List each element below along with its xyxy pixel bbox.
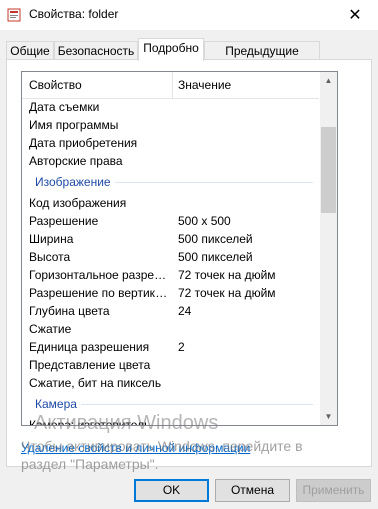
tab-details[interactable]: Подробно bbox=[138, 38, 204, 61]
list-header: Свойство Значение bbox=[22, 72, 319, 99]
chevron-up-icon: ▲ bbox=[324, 76, 333, 85]
group-header-image: Изображение bbox=[22, 170, 319, 194]
tab-strip: Общие Безопасность Подробно Предыдущие в… bbox=[0, 38, 378, 76]
property-value: 500 x 500 bbox=[178, 214, 231, 228]
property-name: Высота bbox=[29, 250, 71, 264]
list-item[interactable]: Дата приобретения bbox=[22, 134, 319, 152]
group-label: Камера bbox=[35, 392, 81, 416]
property-name: Код изображения bbox=[29, 196, 127, 210]
group-header-camera: Камера bbox=[22, 392, 319, 416]
apply-button[interactable]: Применить bbox=[296, 479, 371, 502]
property-value: 72 точек на дюйм bbox=[178, 286, 276, 300]
group-label: Изображение bbox=[35, 170, 115, 194]
property-value: 72 точек на дюйм bbox=[178, 268, 276, 282]
list-item[interactable]: Разрешение 500 x 500 bbox=[22, 212, 319, 230]
property-value: 500 пикселей bbox=[178, 232, 253, 246]
column-divider[interactable] bbox=[172, 72, 173, 98]
property-name: Имя программы bbox=[29, 118, 119, 132]
vertical-scrollbar[interactable]: ▲ ▼ bbox=[320, 72, 337, 425]
property-name: Единица разрешения bbox=[29, 340, 150, 354]
list-item[interactable]: Сжатие bbox=[22, 320, 319, 338]
property-name: Разрешение bbox=[29, 214, 99, 228]
property-name: Дата приобретения bbox=[29, 136, 138, 150]
close-icon: ✕ bbox=[348, 7, 362, 24]
property-name: Разрешение по вертикали bbox=[29, 286, 172, 300]
property-value: 24 bbox=[178, 304, 192, 318]
close-button[interactable]: ✕ bbox=[332, 0, 378, 30]
list-item[interactable]: Сжатие, бит на пиксель bbox=[22, 374, 319, 392]
property-value: 2 bbox=[178, 340, 185, 354]
list-item[interactable]: Имя программы bbox=[22, 116, 319, 134]
list-item[interactable]: Единица разрешения 2 bbox=[22, 338, 319, 356]
property-name: Камера: изготовитель bbox=[29, 418, 151, 426]
tab-security[interactable]: Безопасность bbox=[54, 41, 138, 60]
chevron-down-icon: ▼ bbox=[324, 412, 333, 421]
tab-general[interactable]: Общие bbox=[6, 41, 54, 60]
property-name: Дата съемки bbox=[29, 100, 100, 114]
property-name: Глубина цвета bbox=[29, 304, 110, 318]
ok-button[interactable]: OK bbox=[134, 479, 209, 502]
list-item[interactable]: Ширина 500 пикселей bbox=[22, 230, 319, 248]
tab-previous-versions[interactable]: Предыдущие версии bbox=[204, 41, 320, 76]
remove-properties-link[interactable]: Удаление свойств и личной информации bbox=[21, 441, 250, 455]
list-item[interactable]: Разрешение по вертикали 72 точек на дюйм bbox=[22, 284, 319, 302]
window-title: Свойства: folder bbox=[29, 7, 119, 21]
property-name: Сжатие, бит на пиксель bbox=[29, 376, 162, 390]
list-item[interactable]: Дата съемки bbox=[22, 98, 319, 116]
column-header-property[interactable]: Свойство bbox=[29, 72, 82, 98]
properties-list[interactable]: Свойство Значение Дата съемки Имя програ… bbox=[21, 71, 338, 426]
scroll-down-button[interactable]: ▼ bbox=[320, 408, 337, 425]
list-item[interactable]: Камера: изготовитель bbox=[22, 416, 319, 426]
list-item[interactable]: Представление цвета bbox=[22, 356, 319, 374]
property-name: Ширина bbox=[29, 232, 74, 246]
list-item[interactable]: Глубина цвета 24 bbox=[22, 302, 319, 320]
property-name: Представление цвета bbox=[29, 358, 151, 372]
list-rows: Дата съемки Имя программы Дата приобрете… bbox=[22, 98, 319, 426]
cancel-button[interactable]: Отмена bbox=[215, 479, 290, 502]
properties-icon bbox=[7, 8, 21, 22]
scroll-up-button[interactable]: ▲ bbox=[320, 72, 337, 89]
column-header-value[interactable]: Значение bbox=[178, 72, 231, 98]
list-item[interactable]: Код изображения bbox=[22, 194, 319, 212]
property-name: Горизонтальное разрешение bbox=[29, 268, 172, 282]
title-bar: Свойства: folder ✕ bbox=[0, 0, 378, 30]
property-value: 500 пикселей bbox=[178, 250, 253, 264]
list-item[interactable]: Авторские права bbox=[22, 152, 319, 170]
list-item[interactable]: Высота 500 пикселей bbox=[22, 248, 319, 266]
list-item[interactable]: Горизонтальное разрешение 72 точек на дюй… bbox=[22, 266, 319, 284]
property-name: Сжатие bbox=[29, 322, 72, 336]
scrollbar-thumb[interactable] bbox=[321, 127, 336, 213]
property-name: Авторские права bbox=[29, 154, 123, 168]
